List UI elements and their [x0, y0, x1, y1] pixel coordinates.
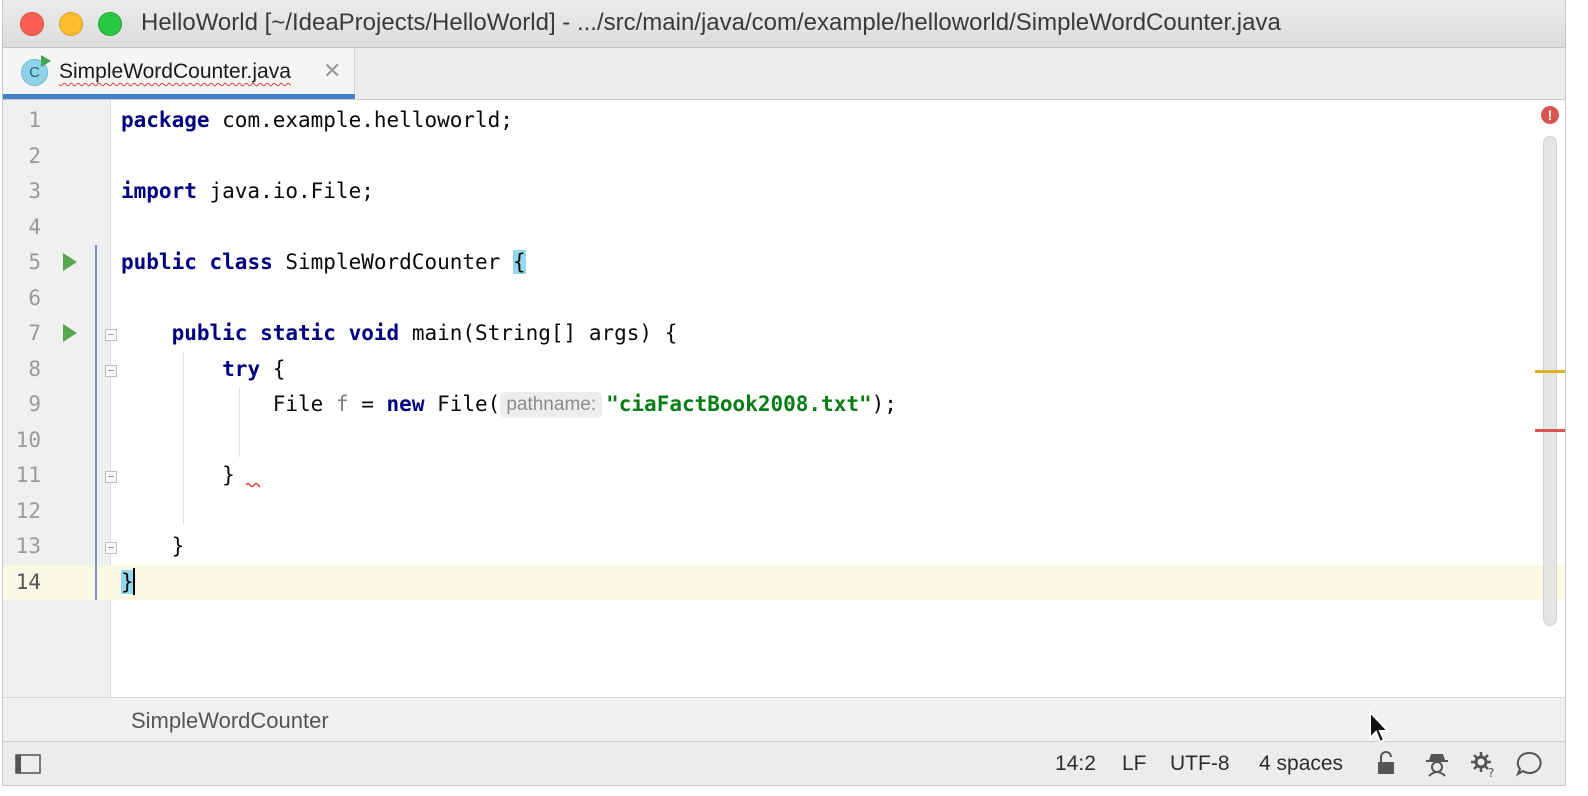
breadcrumb-item[interactable]: SimpleWordCounter: [131, 708, 329, 734]
line-number: 5: [28, 250, 41, 274]
code-line: 9 File f = new File(pathname: "ciaFactBoo…: [3, 387, 1565, 423]
code-line: 5 public class SimpleWordCounter {: [3, 245, 1565, 281]
fold-toggle-icon[interactable]: [105, 365, 117, 377]
error-indicator-icon[interactable]: !: [1541, 106, 1559, 124]
line-code: File f = new File(pathname: "ciaFactBook2…: [272, 392, 897, 418]
code-line: 4: [3, 210, 1565, 246]
line-number: 7: [28, 321, 41, 345]
runnable-badge-icon: [41, 55, 51, 67]
code-line: 13 }: [3, 529, 1565, 565]
code-line: 1 package com.example.helloworld;: [3, 103, 1565, 139]
indent-guide: [183, 352, 184, 524]
unlock-icon[interactable]: [1373, 750, 1399, 776]
caret-position[interactable]: 14:2: [1055, 752, 1096, 776]
fold-toggle-icon[interactable]: [105, 471, 117, 483]
line-number: 3: [28, 179, 41, 203]
breadcrumb: SimpleWordCounter: [3, 697, 1565, 741]
line-code: import java.io.File;: [121, 179, 374, 203]
minimize-window-button[interactable]: [59, 12, 83, 36]
active-tab-indicator: [3, 94, 355, 99]
line-number: 13: [15, 534, 41, 558]
indent-guide: [239, 387, 240, 457]
code-line: 6: [3, 281, 1565, 317]
error-stripe[interactable]: !: [1535, 100, 1565, 697]
text-caret: [132, 567, 135, 595]
line-number: 12: [15, 498, 41, 523]
line-number: 2: [28, 143, 41, 168]
line-number: 11: [15, 463, 41, 487]
code-line: 3 import java.io.File;: [3, 174, 1565, 210]
title-bar: HelloWorld [~/IdeaProjects/HelloWorld] -…: [3, 0, 1565, 48]
line-code: package com.example.helloworld;: [121, 108, 513, 132]
close-window-button[interactable]: [20, 12, 44, 36]
window-title: HelloWorld [~/IdeaProjects/HelloWorld] -…: [141, 9, 1281, 36]
line-separator[interactable]: LF: [1122, 752, 1147, 776]
code-line: 12: [3, 494, 1565, 530]
error-squiggle: [246, 482, 260, 488]
code-line: 8 try {: [3, 352, 1565, 388]
run-class-icon[interactable]: [63, 253, 77, 271]
error-marker[interactable]: [1535, 429, 1565, 432]
warning-marker[interactable]: [1535, 370, 1565, 373]
line-number: 6: [28, 285, 41, 310]
status-bar: 14:2 LF UTF-8 4 spaces ?: [3, 741, 1565, 785]
toggle-tool-windows-icon[interactable]: [15, 754, 41, 774]
ide-window: HelloWorld [~/IdeaProjects/HelloWorld] -…: [2, 0, 1566, 786]
line-code: }: [121, 565, 135, 601]
event-log-icon[interactable]: [1515, 750, 1543, 778]
line-number: 9: [28, 392, 41, 416]
vertical-scrollbar[interactable]: [1543, 136, 1557, 626]
line-code: try {: [222, 356, 286, 381]
line-number: 1: [28, 108, 41, 132]
line-number: 10: [15, 427, 41, 452]
file-encoding[interactable]: UTF-8: [1170, 752, 1230, 776]
svg-text:?: ?: [1488, 766, 1494, 778]
line-number: 14: [15, 569, 41, 594]
inspector-icon[interactable]: [1423, 750, 1451, 778]
code-line: 7 public static void main(String[] args)…: [3, 316, 1565, 352]
fold-toggle-icon[interactable]: [105, 542, 117, 554]
line-code: public static void main(String[] args) {: [171, 321, 678, 345]
run-main-icon[interactable]: [63, 324, 77, 342]
line-code: }: [171, 534, 185, 558]
current-code-line: 14 }: [3, 564, 1565, 601]
settings-help-icon[interactable]: ?: [1469, 750, 1499, 778]
code-line: 11 }: [3, 458, 1565, 494]
fold-toggle-icon[interactable]: [105, 329, 117, 341]
line-number: 8: [28, 356, 41, 381]
tab-simplewordcounter[interactable]: C SimpleWordCounter.java ✕: [3, 48, 355, 99]
code-editor[interactable]: 1 package com.example.helloworld; 2 3 im…: [3, 100, 1565, 697]
code-line: 10: [3, 423, 1565, 459]
line-code: public class SimpleWordCounter {: [121, 250, 526, 274]
tab-label: SimpleWordCounter.java: [59, 60, 291, 83]
line-code: }: [222, 463, 235, 487]
mouse-pointer-icon: [1369, 710, 1391, 744]
line-number: 4: [28, 214, 41, 239]
code-line: 2: [3, 139, 1565, 175]
close-tab-icon[interactable]: ✕: [323, 60, 341, 82]
indent-setting[interactable]: 4 spaces: [1259, 752, 1343, 776]
editor-tab-bar: C SimpleWordCounter.java ✕: [3, 48, 1565, 100]
change-marker: [95, 245, 97, 600]
matched-brace: {: [512, 250, 526, 274]
parameter-hint: pathname:: [500, 392, 603, 418]
maximize-window-button[interactable]: [98, 12, 122, 36]
